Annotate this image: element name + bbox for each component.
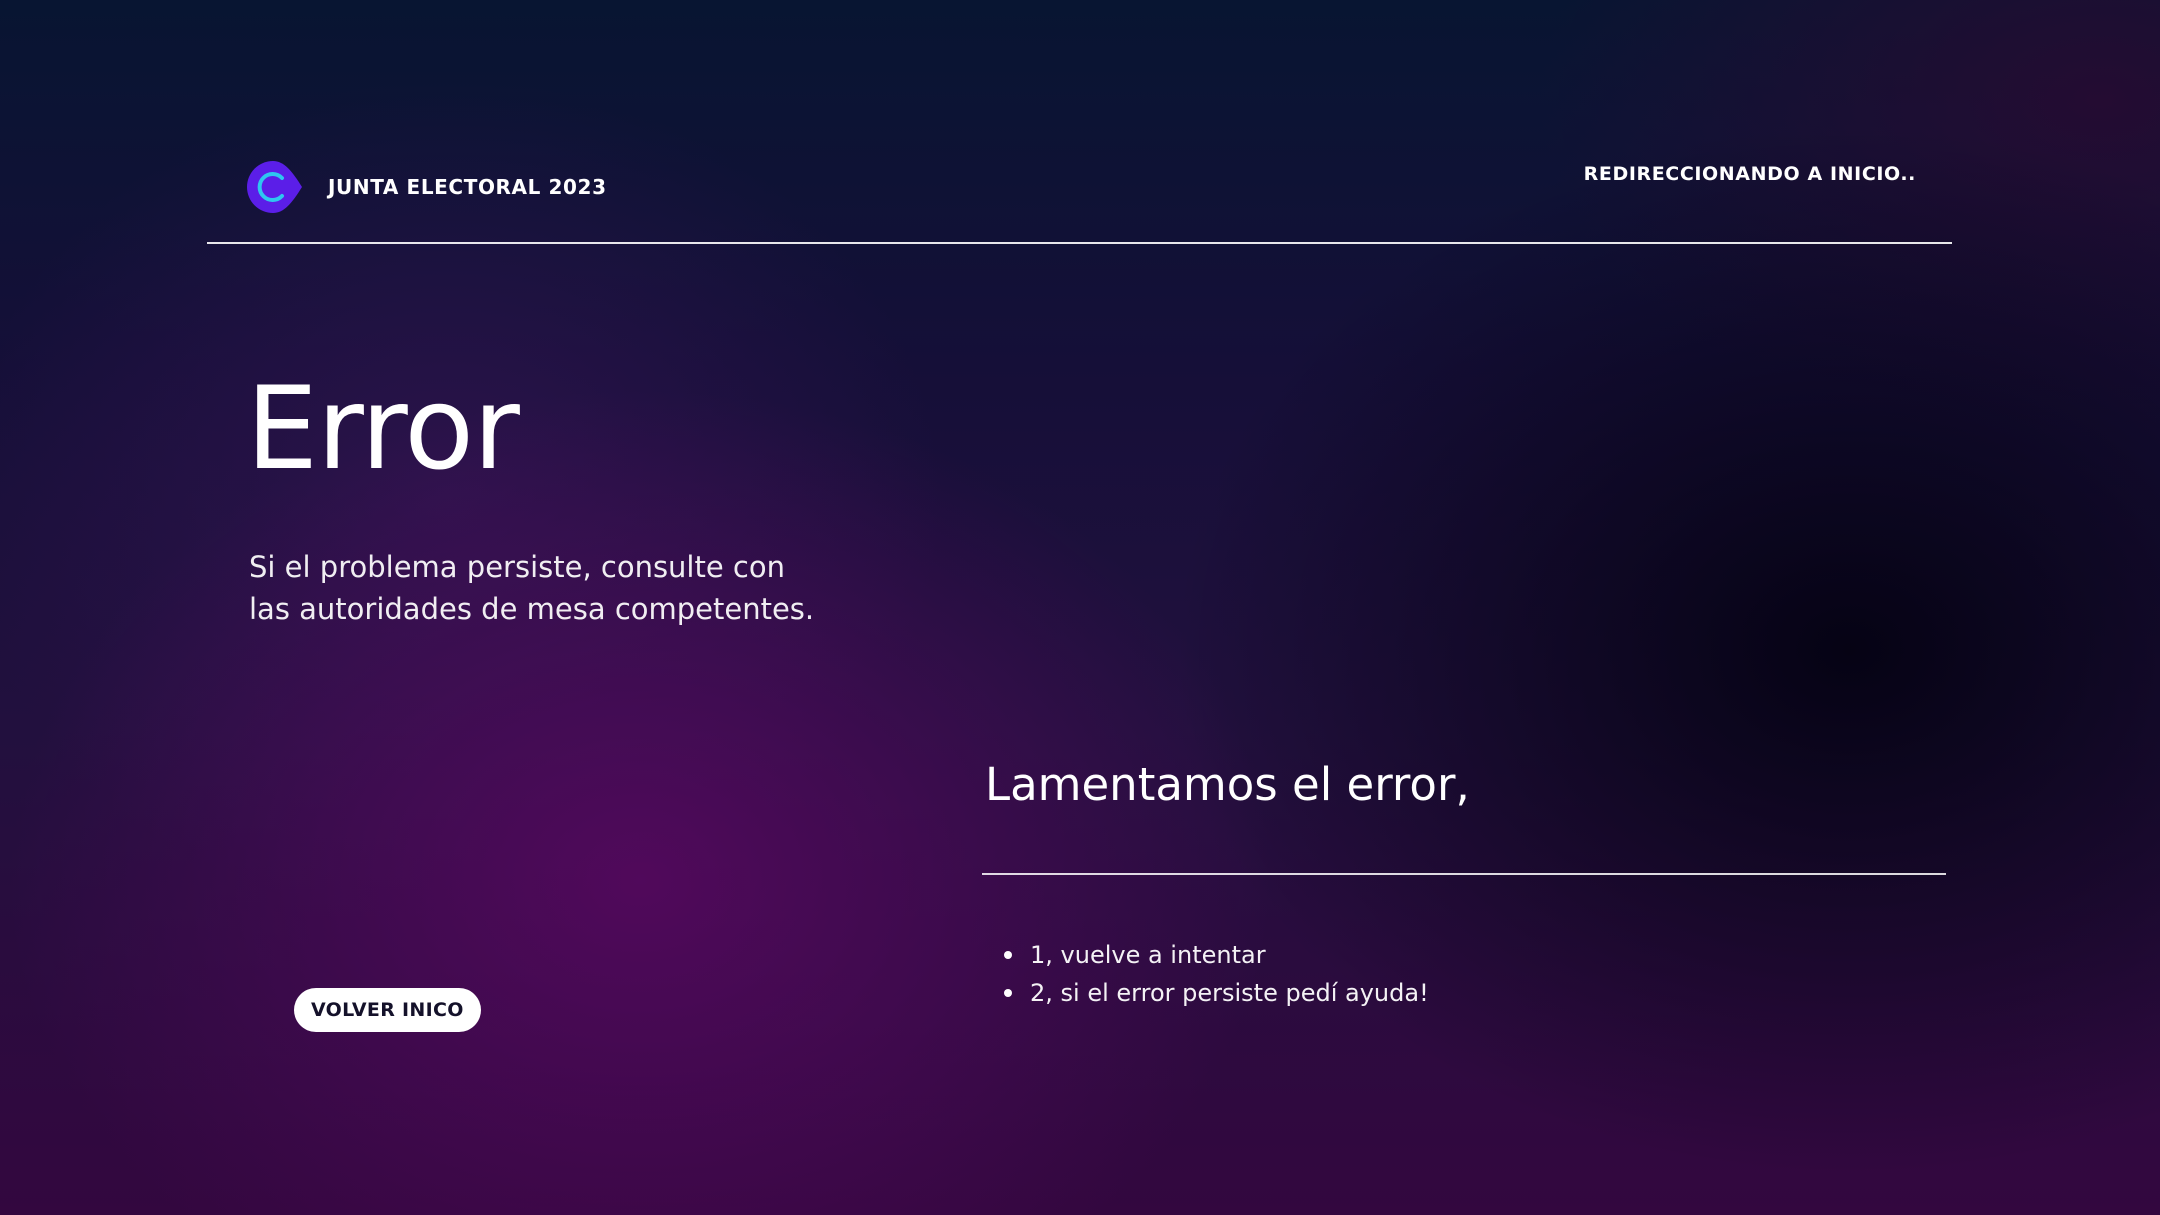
- step-text: 1, vuelve a intentar: [1030, 941, 1266, 969]
- brand: JUNTA ELECTORAL 2023: [246, 159, 607, 215]
- redirect-status: REDIRECCIONANDO A INICIO..: [1583, 163, 1916, 185]
- error-description-line: Si el problema persiste, consulte con: [249, 550, 785, 584]
- steps-list: 1, vuelve a intentar 2, si el error pers…: [1004, 936, 1429, 1012]
- apology-heading: Lamentamos el error,: [985, 758, 1470, 811]
- bullet-icon: [1004, 951, 1012, 959]
- apology-divider: [982, 873, 1946, 875]
- page-title: Error: [246, 362, 520, 495]
- error-description: Si el problema persiste, consulte con la…: [249, 546, 869, 630]
- list-item: 1, vuelve a intentar: [1004, 936, 1429, 974]
- circle-c-logo-icon: [247, 161, 302, 213]
- back-home-button[interactable]: VOLVER INICO: [294, 988, 481, 1032]
- list-item: 2, si el error persiste pedí ayuda!: [1004, 974, 1429, 1012]
- brand-name: JUNTA ELECTORAL 2023: [328, 175, 607, 199]
- step-text: 2, si el error persiste pedí ayuda!: [1030, 979, 1429, 1007]
- header-divider: [207, 242, 1952, 244]
- error-description-line: las autoridades de mesa competentes.: [249, 592, 815, 626]
- bullet-icon: [1004, 989, 1012, 997]
